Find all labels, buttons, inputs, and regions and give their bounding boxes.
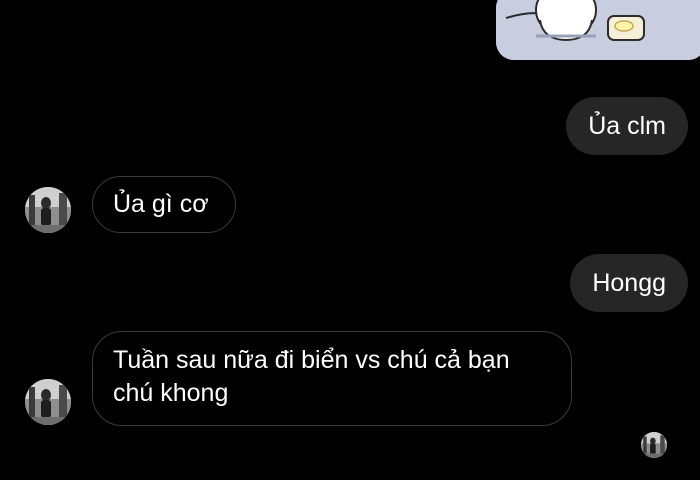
avatar-photo-icon — [25, 379, 71, 425]
incoming-message[interactable]: Ủa gì cơ — [92, 176, 236, 233]
chat-thread: Ủa clm Ủa gì cơ Hongg Tuần sau nữa đi bi… — [0, 0, 700, 480]
contact-avatar[interactable] — [25, 187, 71, 233]
contact-avatar[interactable] — [25, 379, 71, 425]
seen-photo-icon — [641, 432, 667, 458]
outgoing-message[interactable]: Ủa clm — [566, 97, 688, 155]
message-text-line: chú khong — [113, 379, 229, 407]
outgoing-message[interactable]: Hongg — [570, 254, 688, 312]
avatar-photo-icon — [25, 187, 71, 233]
incoming-message[interactable]: Tuần sau nữa đi biển vs chú cả bạn chú k… — [92, 331, 572, 426]
sticker-drawing — [496, 0, 700, 60]
seen-avatar-icon — [641, 432, 667, 458]
message-text: Hongg — [592, 268, 666, 297]
message-text: Ủa gì cơ — [113, 190, 209, 218]
message-text-line: Tuần sau nữa đi biển vs chú cả bạn — [113, 346, 510, 374]
sticker-image[interactable] — [496, 0, 700, 60]
message-text: Ủa clm — [588, 111, 666, 140]
